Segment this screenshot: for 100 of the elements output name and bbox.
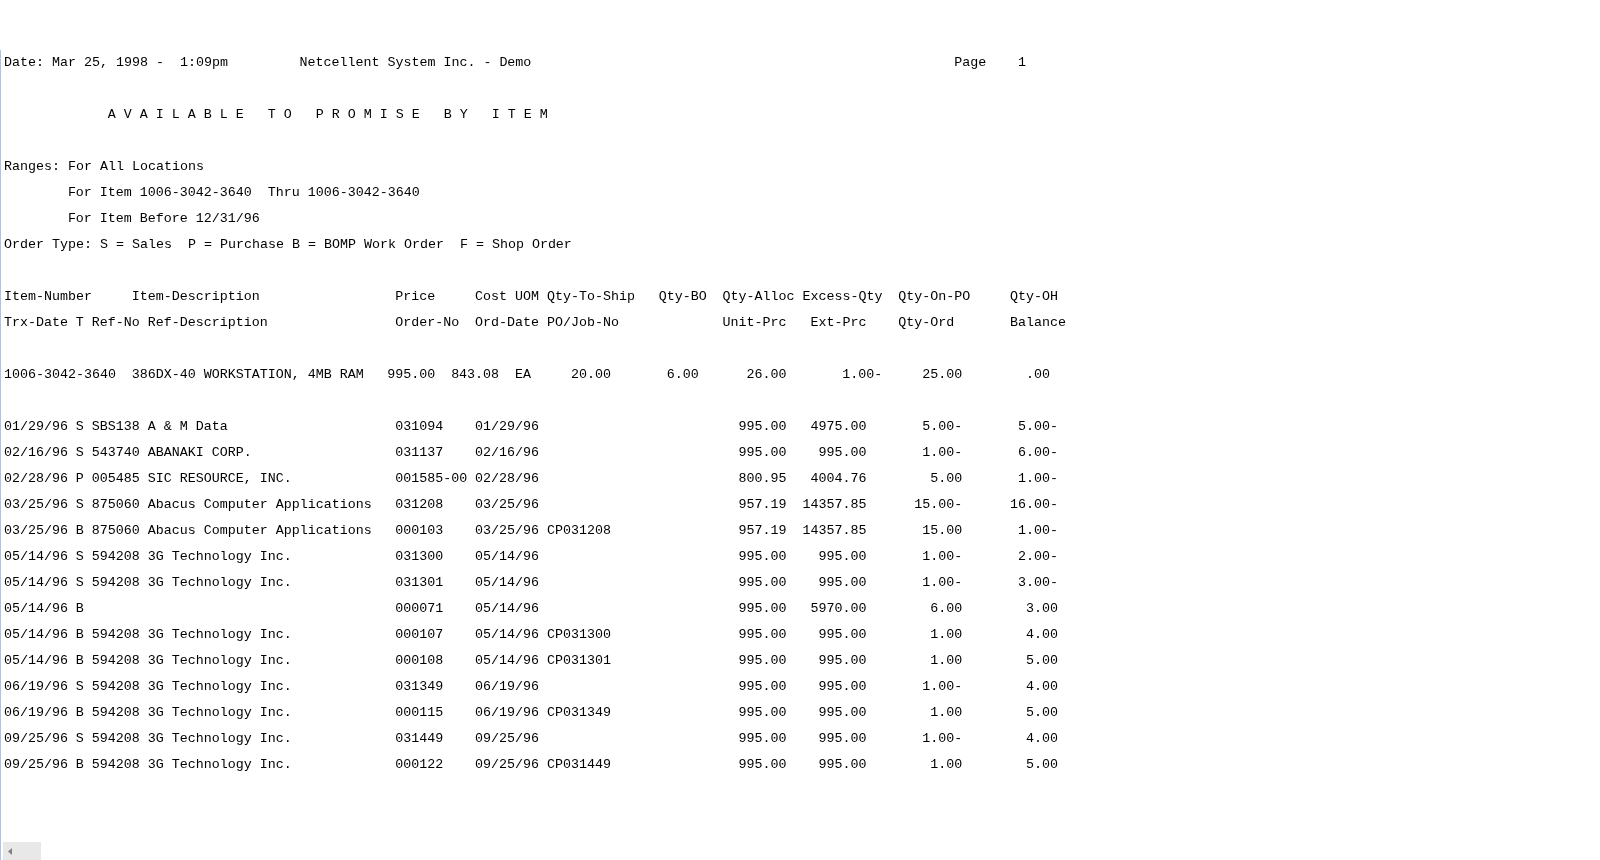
table-cell: 031301 xyxy=(395,575,444,591)
table-cell: 995.00 xyxy=(738,549,787,565)
column-header: Excess-Qty xyxy=(802,289,883,305)
table-cell: 09/25/96 xyxy=(475,757,539,773)
column-header: Cost xyxy=(475,289,507,305)
table-cell: 995.00 xyxy=(738,627,787,643)
table-cell: CP031300 xyxy=(546,627,611,643)
table-cell: 594208 xyxy=(91,627,140,643)
table-cell: B xyxy=(75,705,84,721)
table-cell: S xyxy=(75,445,84,461)
table-cell: 3G Technology Inc. xyxy=(147,731,292,747)
table-cell: 031208 xyxy=(395,497,444,513)
company-name: Netcellent System Inc. - Demo xyxy=(299,55,531,71)
table-cell: 005485 xyxy=(91,471,140,487)
left-arrow-icon xyxy=(8,847,12,855)
table-cell: 01/29/96 xyxy=(475,419,539,435)
table-cell: 5.00 xyxy=(1026,705,1058,721)
table-cell: 3G Technology Inc. xyxy=(147,757,292,773)
table-cell: EA xyxy=(515,367,531,383)
table-cell: 06/19/96 xyxy=(4,679,68,695)
table-cell: 594208 xyxy=(91,679,140,695)
scroll-left-button[interactable] xyxy=(3,842,41,860)
range-criteria: For Item 1006-3042-3640 Thru 1006-3042-3640 xyxy=(67,185,420,201)
table-cell: 000107 xyxy=(395,627,444,643)
column-header: Ref-No xyxy=(91,315,140,331)
table-cell: 543740 xyxy=(91,445,140,461)
table-cell: 14357.85 xyxy=(802,523,867,539)
table-cell: 4.00 xyxy=(1026,731,1058,747)
table-cell: 03/25/96 xyxy=(4,523,68,539)
table-cell: 995.00 xyxy=(387,367,436,383)
table-cell: B xyxy=(75,653,84,669)
table-cell: 594208 xyxy=(91,575,140,591)
table-cell: 25.00 xyxy=(922,367,963,383)
table-cell: 995.00 xyxy=(738,445,787,461)
table-cell: 594208 xyxy=(91,653,140,669)
table-cell: SIC RESOURCE, INC. xyxy=(147,471,292,487)
column-header: Ext-Prc xyxy=(810,315,867,331)
table-cell: 15.00 xyxy=(922,523,963,539)
table-cell: 05/14/96 xyxy=(4,627,68,643)
table-cell: 000071 xyxy=(395,601,444,617)
table-cell: 995.00 xyxy=(818,731,867,747)
table-cell: 5.00- xyxy=(922,419,963,435)
table-cell: 3G Technology Inc. xyxy=(147,627,292,643)
table-cell: 031094 xyxy=(395,419,444,435)
table-cell: B xyxy=(75,523,84,539)
table-cell: 5.00 xyxy=(1026,653,1058,669)
table-cell: SBS138 xyxy=(91,419,140,435)
table-cell: CP031208 xyxy=(546,523,611,539)
table-cell: 3.00- xyxy=(1018,575,1058,591)
table-cell: 843.08 xyxy=(451,367,500,383)
table-cell: 05/14/96 xyxy=(475,627,539,643)
table-cell: 1.00- xyxy=(1018,523,1058,539)
table-cell: 1.00- xyxy=(842,367,883,383)
table-cell: B xyxy=(75,757,84,773)
table-cell: 4.00 xyxy=(1026,627,1058,643)
table-cell: 995.00 xyxy=(818,575,867,591)
table-cell: 000103 xyxy=(395,523,444,539)
table-cell: Abacus Computer Applications xyxy=(147,523,372,539)
column-header: PO/Job-No xyxy=(546,315,619,331)
table-cell: 995.00 xyxy=(818,627,867,643)
table-cell: 995.00 xyxy=(818,679,867,695)
table-cell: 001585-00 xyxy=(395,471,468,487)
table-cell: 000115 xyxy=(395,705,444,721)
table-cell: 875060 xyxy=(91,497,140,513)
table-cell: 02/28/96 xyxy=(475,471,539,487)
table-cell: 594208 xyxy=(91,705,140,721)
table-cell: 06/19/96 xyxy=(475,705,539,721)
table-cell: 05/14/96 xyxy=(4,601,68,617)
table-cell: 02/28/96 xyxy=(4,471,68,487)
table-cell: 02/16/96 xyxy=(4,445,68,461)
table-cell: 800.95 xyxy=(738,471,787,487)
column-header: Qty-BO xyxy=(658,289,707,305)
order-type-legend: Order Type: S = Sales P = Purchase B = BOMP Work Order F = Shop Order xyxy=(4,237,571,253)
column-header: Balance xyxy=(1010,315,1066,331)
table-cell: 02/16/96 xyxy=(475,445,539,461)
table-cell: 15.00- xyxy=(914,497,963,513)
table-cell: 1.00- xyxy=(1018,471,1058,487)
table-cell: CP031449 xyxy=(546,757,611,773)
table-cell: 6.00 xyxy=(666,367,699,383)
table-cell: S xyxy=(75,497,84,513)
table-cell: B xyxy=(75,627,84,643)
table-cell: 3G Technology Inc. xyxy=(147,705,292,721)
table-cell: 1006-3042-3640 xyxy=(4,367,116,383)
column-header: Item-Description xyxy=(131,289,260,305)
table-cell: 09/25/96 xyxy=(4,731,68,747)
table-cell: 995.00 xyxy=(818,757,867,773)
table-cell: 1.00 xyxy=(930,627,963,643)
table-cell: 5.00- xyxy=(1018,419,1058,435)
table-cell: 05/14/96 xyxy=(475,549,539,565)
table-cell: 2.00- xyxy=(1018,549,1058,565)
table-cell: 03/25/96 xyxy=(475,497,539,513)
table-cell: 6.00- xyxy=(1018,445,1058,461)
table-cell: ABANAKI CORP. xyxy=(147,445,252,461)
table-cell: CP031349 xyxy=(546,705,611,721)
table-cell: 1.00 xyxy=(930,705,963,721)
report-date: Date: Mar 25, 1998 - 1:09pm xyxy=(4,55,228,71)
column-header: Qty-Alloc xyxy=(722,289,795,305)
range-criteria: For Item Before 12/31/96 xyxy=(67,211,260,227)
report-title: A V A I L A B L E T O P R O M I S E B Y I T E M xyxy=(107,107,547,123)
table-cell: 4004.76 xyxy=(810,471,867,487)
